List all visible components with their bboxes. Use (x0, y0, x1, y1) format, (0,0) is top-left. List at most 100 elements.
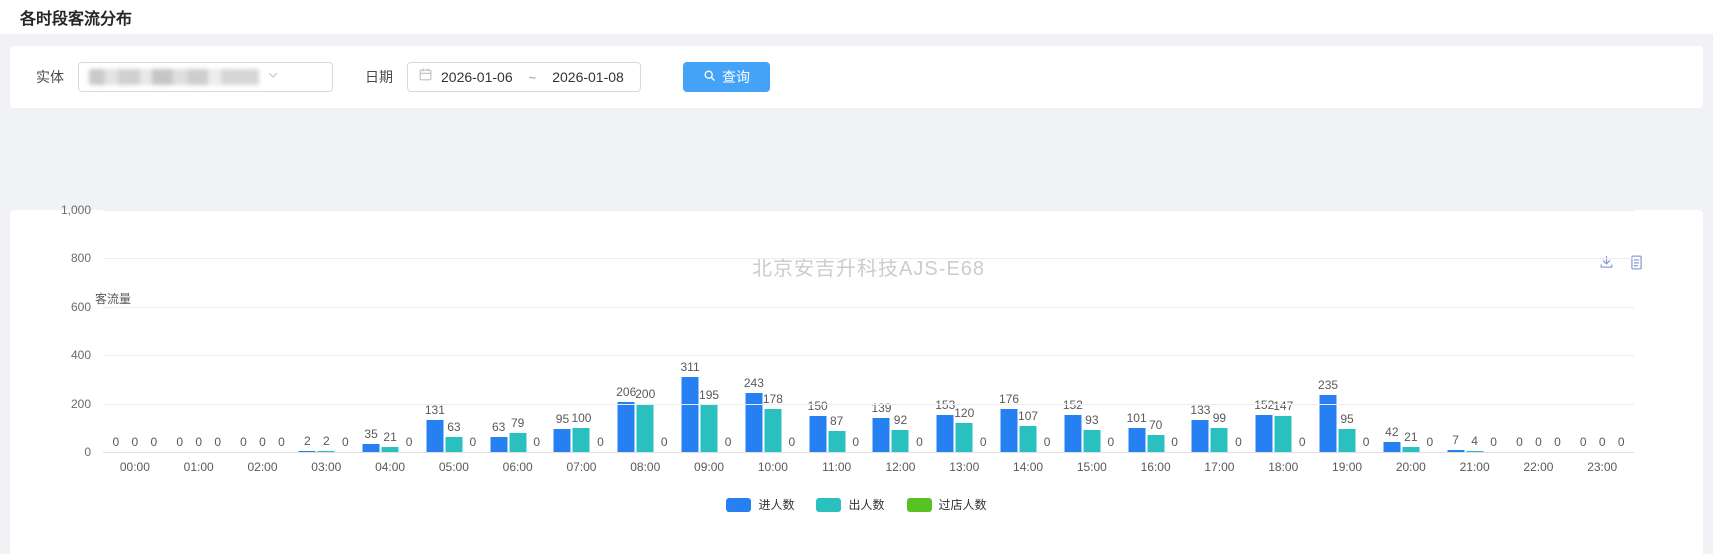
gridline (103, 404, 1634, 405)
bar-value-label: 0 (661, 435, 668, 449)
bar-出人数 (764, 409, 781, 452)
bar-value-label: 21 (383, 430, 396, 444)
page-title: 各时段客流分布 (20, 5, 132, 29)
x-tick-label: 22:00 (1507, 460, 1571, 474)
bar-value-label: 0 (132, 435, 139, 449)
bar-value-label: 0 (1554, 435, 1561, 449)
bar-group-18:00: 1521470 (1251, 210, 1315, 452)
bar-value-label: 2 (304, 434, 311, 448)
gridline (103, 210, 1634, 211)
date-end-value[interactable]: 2026-01-08 (552, 69, 624, 85)
bar-value-label: 0 (1580, 435, 1587, 449)
legend-label: 过店人数 (939, 496, 987, 513)
bar-value-label: 107 (1018, 409, 1038, 423)
bar-进人数 (554, 429, 571, 452)
bar-value-label: 0 (1299, 435, 1306, 449)
bar-进人数 (618, 402, 635, 452)
bar-进人数 (426, 420, 443, 452)
bar-value-label: 0 (1108, 435, 1115, 449)
bar-value-label: 0 (113, 435, 120, 449)
x-tick-label: 19:00 (1315, 460, 1379, 474)
bar-出人数 (573, 428, 590, 452)
bar-value-label: 0 (278, 435, 285, 449)
x-tick-label: 00:00 (103, 460, 167, 474)
bar-value-label: 70 (1149, 418, 1162, 432)
entity-label: 实体 (36, 67, 64, 87)
plot-area: 北京安吉升科技AJS-E68 0000000002203521013163063… (103, 210, 1634, 452)
bar-groups: 0000000002203521013163063790951000206200… (103, 210, 1634, 452)
bar-value-label: 42 (1385, 425, 1398, 439)
page-header: 各时段客流分布 (0, 0, 1713, 34)
bar-出人数 (701, 405, 718, 452)
bar-group-04:00: 35 21 0 (358, 210, 422, 452)
y-tick-label: 600 (71, 300, 91, 314)
bar-进人数 (873, 418, 890, 452)
x-tick-label: 03:00 (294, 460, 358, 474)
bar-value-label: 0 (470, 435, 477, 449)
legend-marker (816, 498, 841, 512)
x-tick-label: 07:00 (550, 460, 614, 474)
bar-value-label: 87 (830, 414, 843, 428)
bar-value-label: 35 (364, 427, 377, 441)
bar-value-label: 0 (1535, 435, 1542, 449)
legend-marker (726, 498, 751, 512)
bar-出人数 (1339, 429, 1356, 452)
bar-value-label: 0 (1599, 435, 1606, 449)
bar-出人数 (1275, 416, 1292, 452)
bar-value-label: 153 (935, 398, 955, 412)
bar-group-15:00: 152930 (1060, 210, 1124, 452)
bar-group-08:00: 206200 0 (613, 210, 677, 452)
bar-进人数 (937, 415, 954, 452)
bar-value-label: 0 (406, 435, 413, 449)
bar-value-label: 0 (1516, 435, 1523, 449)
bar-value-label: 0 (852, 435, 859, 449)
bar-出人数 (1020, 426, 1037, 452)
bar-value-label: 95 (556, 412, 569, 426)
bar-进人数 (1256, 415, 1273, 452)
bar-进人数 (363, 444, 380, 452)
bar-value-label: 0 (980, 435, 987, 449)
x-tick-label: 21:00 (1443, 460, 1507, 474)
x-tick-label: 20:00 (1379, 460, 1443, 474)
bar-value-label: 0 (151, 435, 158, 449)
x-tick-label: 15:00 (1060, 460, 1124, 474)
legend-item-出人数[interactable]: 出人数 (816, 496, 884, 513)
bar-group-23:00: 000 (1570, 210, 1634, 452)
x-tick-label: 16:00 (1124, 460, 1188, 474)
bar-value-label: 195 (699, 388, 719, 402)
bar-value-label: 0 (1235, 435, 1242, 449)
bar-value-label: 101 (1127, 411, 1147, 425)
bar-group-00:00: 000 (103, 210, 167, 452)
bar-出人数 (892, 430, 909, 452)
bar-进人数 (1383, 442, 1400, 452)
bar-group-20:00: 42210 (1379, 210, 1443, 452)
bar-value-label: 206 (616, 385, 636, 399)
search-icon (703, 69, 716, 85)
gridline (103, 258, 1634, 259)
gridline (103, 452, 1634, 453)
x-tick-label: 05:00 (422, 460, 486, 474)
entity-select[interactable] (78, 62, 333, 92)
bar-value-label: 200 (635, 387, 655, 401)
bar-value-label: 0 (789, 435, 796, 449)
bar-进人数 (1192, 420, 1209, 452)
y-tick-label: 0 (84, 445, 91, 459)
legend-item-过店人数[interactable]: 过店人数 (907, 496, 987, 513)
bar-出人数 (1083, 430, 1100, 453)
date-range-input[interactable]: 2026-01-06 ~ 2026-01-08 (407, 62, 641, 92)
bar-value-label: 0 (1426, 435, 1433, 449)
date-start-value[interactable]: 2026-01-06 (441, 69, 513, 85)
bar-group-05:00: 131630 (422, 210, 486, 452)
bar-value-label: 147 (1273, 399, 1293, 413)
x-tick-label: 18:00 (1251, 460, 1315, 474)
legend-item-进人数[interactable]: 进人数 (726, 496, 794, 513)
query-button[interactable]: 查询 (683, 62, 770, 92)
query-button-label: 查询 (722, 67, 750, 87)
bar-value-label: 0 (240, 435, 247, 449)
x-tick-label: 01:00 (167, 460, 231, 474)
y-tick-label: 800 (71, 251, 91, 265)
bar-value-label: 79 (511, 416, 524, 430)
bar-进人数 (745, 393, 762, 452)
bar-value-label: 7 (1452, 433, 1459, 447)
x-tick-label: 04:00 (358, 460, 422, 474)
